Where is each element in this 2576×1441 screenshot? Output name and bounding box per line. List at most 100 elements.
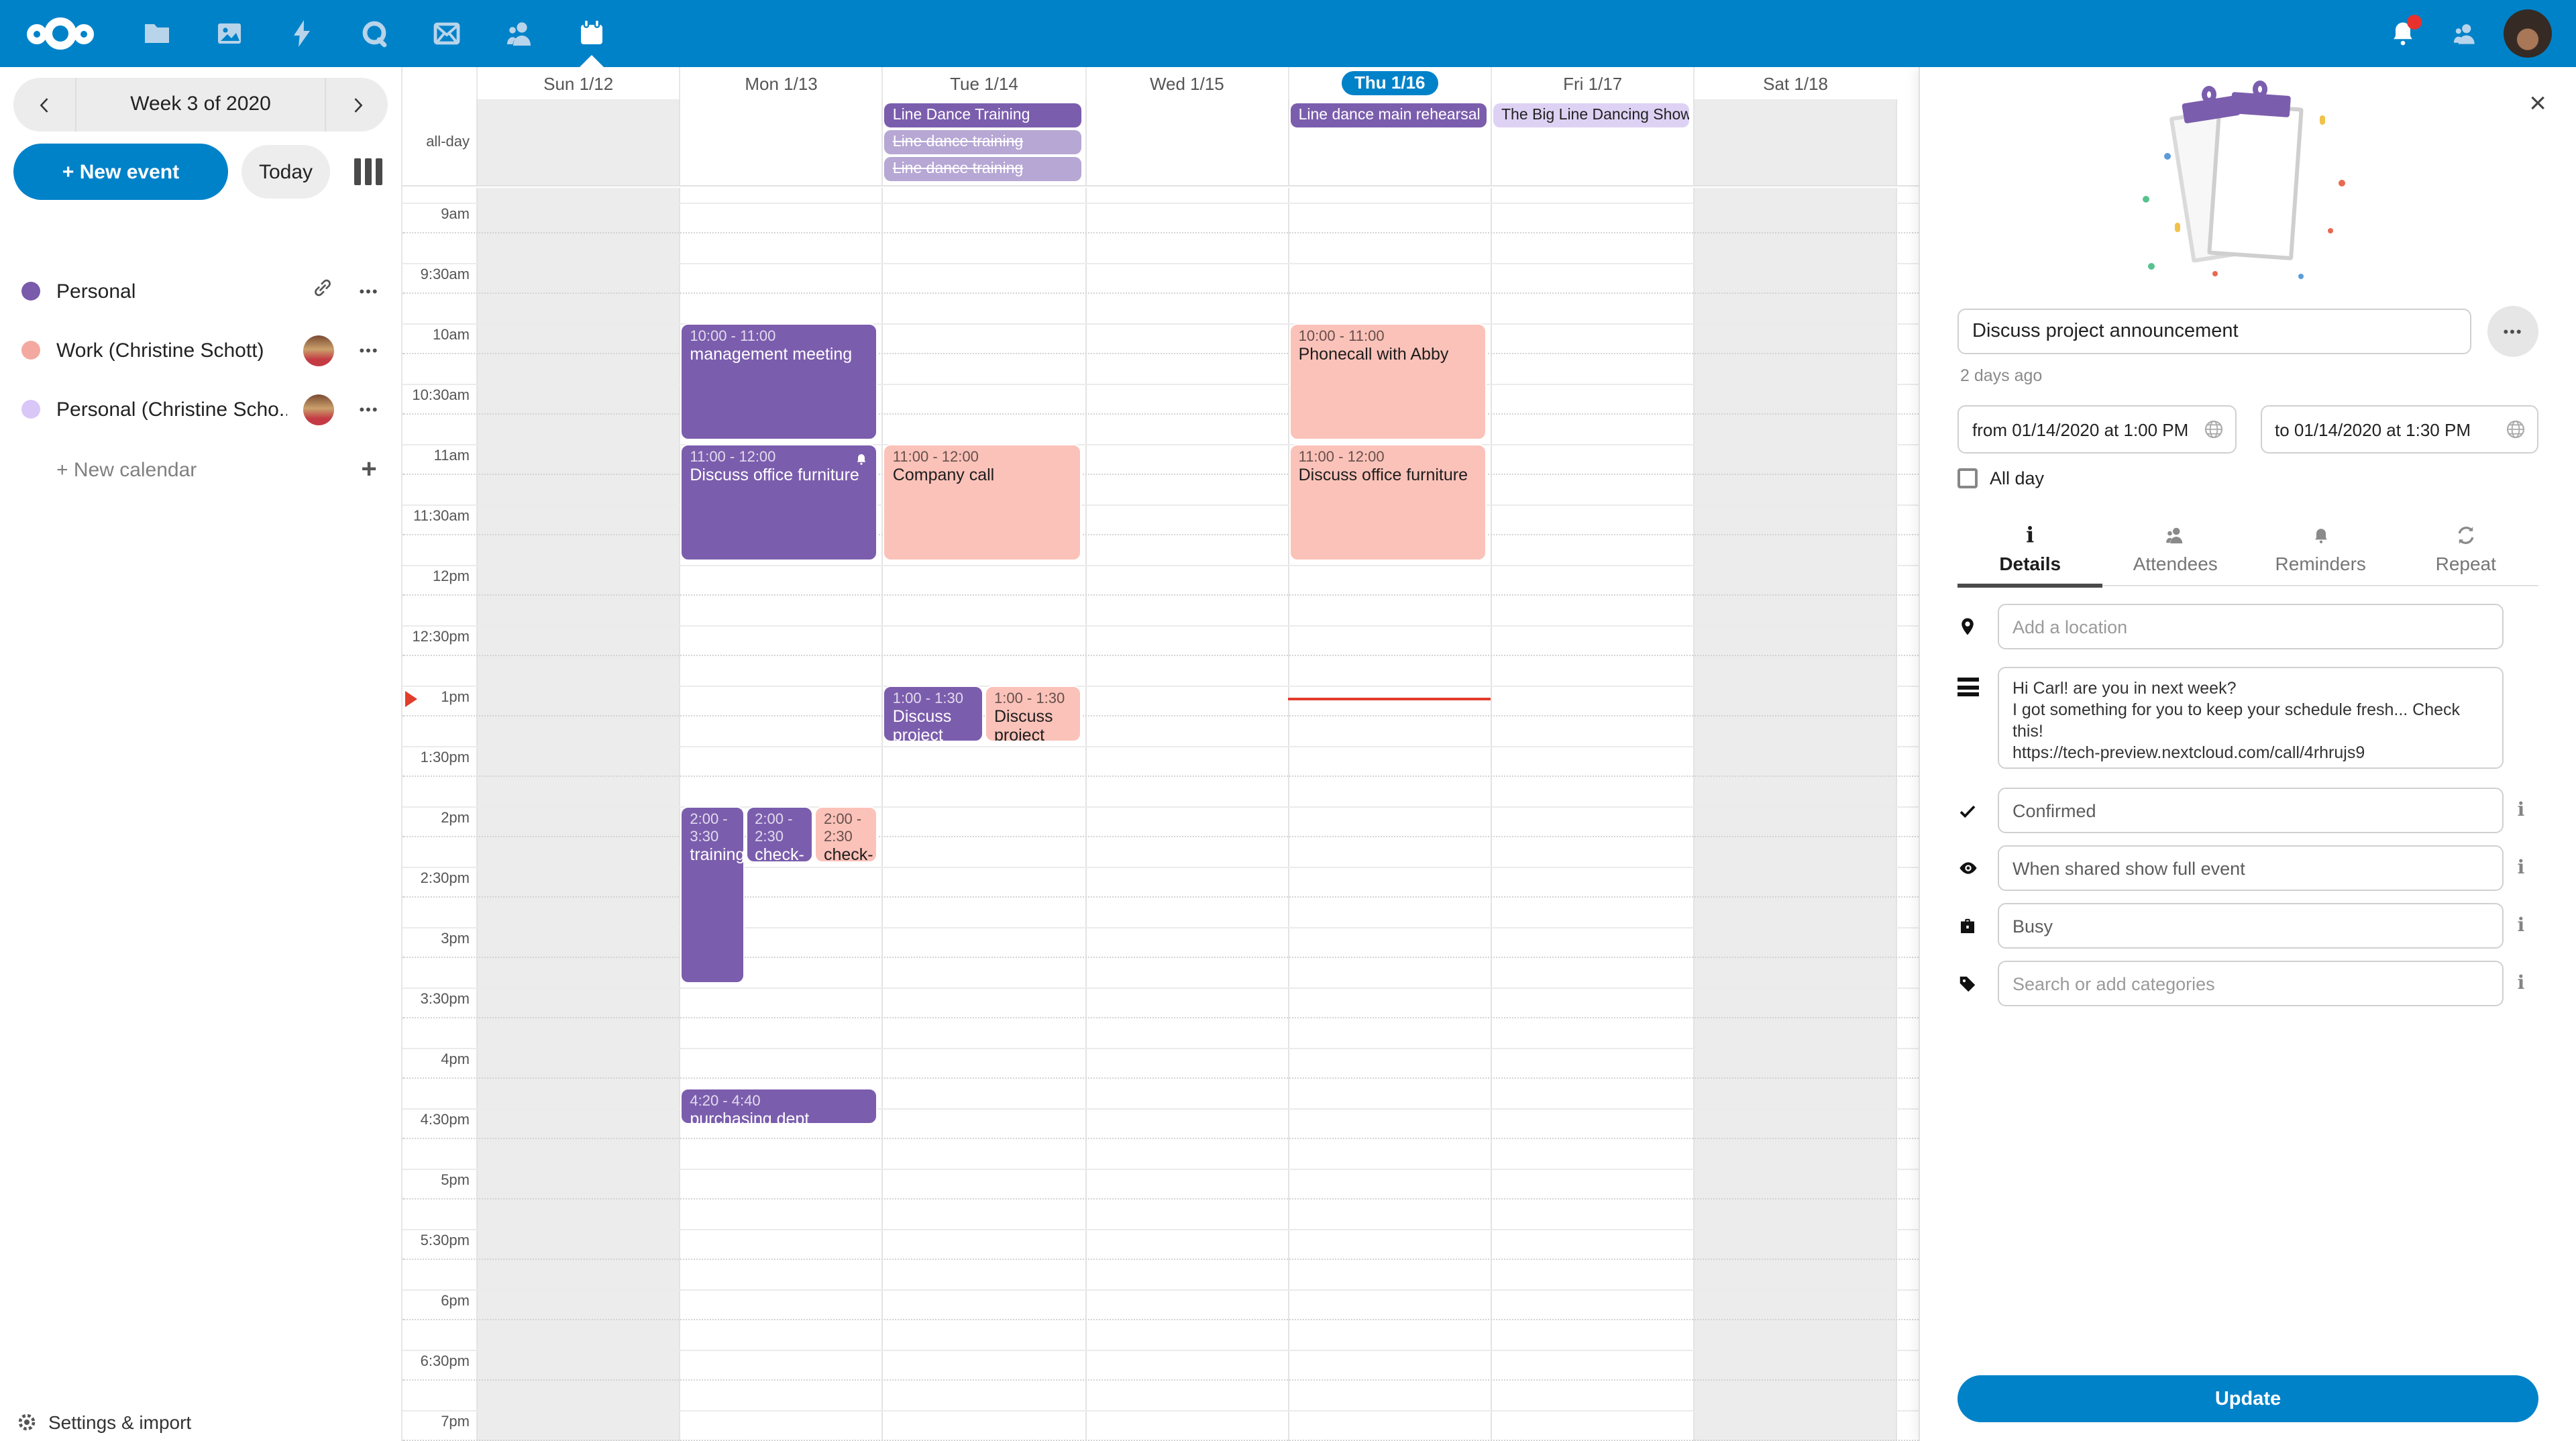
event-title: management meeting [690, 346, 868, 364]
event-editor-panel: 2 days ago from 01/14/2020 at 1:00 PM to… [1919, 67, 2576, 1441]
description-textarea[interactable]: Hi Carl! are you in next week? I got som… [1998, 667, 2504, 769]
new-event-button[interactable]: + New event [13, 144, 228, 200]
tab-reminders[interactable]: Reminders [2248, 518, 2394, 585]
event-more-menu-button[interactable] [2487, 306, 2538, 357]
time-axis-label: 6pm [402, 1293, 470, 1310]
nextcloud-logo-icon[interactable] [0, 17, 121, 50]
more-actions-icon[interactable] [350, 397, 388, 421]
status-select[interactable]: Confirmed [1998, 788, 2504, 833]
contacts-app-icon[interactable] [483, 0, 555, 67]
day-header-label: Thu 1/16 [1341, 71, 1439, 95]
day-header[interactable]: Mon 1/13 [679, 67, 881, 99]
allday-toggle[interactable]: All day [1957, 468, 2538, 488]
more-actions-icon[interactable] [350, 279, 388, 303]
calendar-event[interactable]: 2:00 - 2:30check-in [745, 806, 813, 863]
reminder-bell-icon [2248, 523, 2394, 547]
activity-app-icon[interactable] [266, 0, 338, 67]
today-button[interactable]: Today [241, 145, 330, 199]
status-info-icon[interactable] [2504, 798, 2538, 822]
mail-app-icon[interactable] [411, 0, 483, 67]
event-title-row [1957, 306, 2538, 357]
freebusy-select[interactable]: Busy [1998, 903, 2504, 949]
end-datetime-value: to 01/14/2020 at 1:30 PM [2275, 419, 2505, 439]
time-axis-label: 1:30pm [402, 750, 470, 766]
settings-import-button[interactable]: Settings & import [16, 1411, 191, 1433]
start-datetime-picker[interactable]: from 01/14/2020 at 1:00 PM [1957, 405, 2236, 453]
time-axis-label: 12:30pm [402, 629, 470, 645]
time-axis-label: 9:30am [402, 267, 470, 283]
slot-line [402, 1289, 1919, 1291]
day-header[interactable]: Tue 1/14 [882, 67, 1085, 99]
tab-attendees[interactable]: Attendees [2103, 518, 2249, 585]
calendar-item-personal[interactable]: Personal [13, 262, 388, 321]
day-header[interactable]: Fri 1/17 [1491, 67, 1693, 99]
talk-app-icon[interactable] [338, 0, 411, 67]
calendar-item-personal-christine[interactable]: Personal (Christine Scho... [13, 380, 388, 439]
quarter-slot-line [402, 836, 1919, 837]
calendar-item-work-christine[interactable]: Work (Christine Schott) [13, 321, 388, 380]
time-axis-label: 9am [402, 207, 470, 223]
user-avatar[interactable] [2504, 9, 2552, 58]
start-datetime-value: from 01/14/2020 at 1:00 PM [1972, 419, 2202, 439]
categories-info-icon[interactable] [2504, 971, 2538, 996]
calendar-grid-body: 9am9:30am10am10:30am11am11:30am12pm12:30… [402, 188, 1919, 1441]
allday-event[interactable]: Line dance training [885, 130, 1081, 154]
calendar-event[interactable]: 2:00 - 2:30check-in [814, 806, 878, 863]
visibility-select[interactable]: When shared show full event [1998, 845, 2504, 891]
categories-input[interactable]: Search or add categories [1998, 961, 2504, 1006]
time-axis-label: 3pm [402, 931, 470, 947]
close-icon[interactable] [2529, 89, 2546, 118]
calendar-event[interactable]: 11:00 - 12:00Company call [883, 444, 1081, 561]
allday-event[interactable]: The Big Line Dancing Show [1493, 103, 1689, 127]
day-header[interactable]: Thu 1/16 [1288, 67, 1491, 99]
slot-line [402, 1169, 1919, 1170]
allday-checkbox[interactable] [1957, 468, 1978, 488]
day-header[interactable]: Wed 1/15 [1085, 67, 1287, 99]
calendar-event[interactable]: 1:00 - 1:30Discuss project [985, 686, 1081, 742]
freebusy-info-icon[interactable] [2504, 914, 2538, 938]
calendar-name: Personal (Christine Scho... [56, 398, 287, 421]
slot-line [402, 565, 1919, 566]
calendar-event[interactable]: 10:00 - 11:00management meeting [680, 323, 877, 440]
time-axis-label: 7pm [402, 1414, 470, 1430]
more-actions-icon[interactable] [350, 338, 388, 362]
day-header[interactable]: Sun 1/12 [476, 67, 679, 99]
calendar-color-dot [21, 282, 40, 301]
week-view-icon[interactable] [354, 158, 382, 185]
allday-event[interactable]: Line dance main rehearsal [1291, 103, 1487, 127]
new-calendar-button[interactable]: + New calendar + [13, 441, 388, 498]
tab-details[interactable]: Details [1957, 518, 2103, 585]
location-input[interactable] [1998, 604, 2504, 649]
new-calendar-label: + New calendar [56, 458, 350, 481]
allday-checkbox-label: All day [1990, 468, 2044, 488]
calendar-app-icon[interactable] [555, 0, 628, 67]
update-button[interactable]: Update [1957, 1375, 2538, 1422]
photos-app-icon[interactable] [193, 0, 266, 67]
slot-line [402, 203, 1919, 204]
files-app-icon[interactable] [121, 0, 193, 67]
previous-week-button[interactable] [13, 78, 75, 131]
tab-repeat[interactable]: Repeat [2394, 518, 2539, 585]
contacts-menu-icon[interactable] [2442, 11, 2487, 56]
end-datetime-picker[interactable]: to 01/14/2020 at 1:30 PM [2260, 405, 2538, 453]
day-header[interactable]: Sat 1/18 [1693, 67, 1896, 99]
quarter-slot-line [402, 1259, 1919, 1260]
calendar-event[interactable]: 2:00 - 3:30training [680, 806, 744, 983]
calendar-event[interactable]: 1:00 - 1:30Discuss project announcement [883, 686, 983, 742]
slot-line [402, 988, 1919, 989]
next-week-button[interactable] [326, 78, 388, 131]
calendar-event[interactable]: 4:20 - 4:40purchasing dept [680, 1088, 877, 1124]
visibility-info-icon[interactable] [2504, 856, 2538, 880]
calendar-event[interactable]: 10:00 - 11:00Phonecall with Abby [1289, 323, 1487, 440]
calendar-event[interactable]: 11:00 - 12:00Discuss office furniture [680, 444, 877, 561]
event-title-input[interactable] [1957, 309, 2471, 354]
calendar-event[interactable]: 11:00 - 12:00Discuss office furniture [1289, 444, 1487, 561]
share-link-icon[interactable] [311, 276, 334, 306]
eye-icon [1957, 857, 1998, 879]
week-label[interactable]: Week 3 of 2020 [75, 78, 326, 131]
slot-line [402, 625, 1919, 627]
allday-event[interactable]: Line Dance Training [885, 103, 1081, 127]
location-row [1957, 604, 2538, 649]
allday-event[interactable]: Line dance training [885, 157, 1081, 181]
notifications-bell-icon[interactable] [2380, 11, 2426, 56]
